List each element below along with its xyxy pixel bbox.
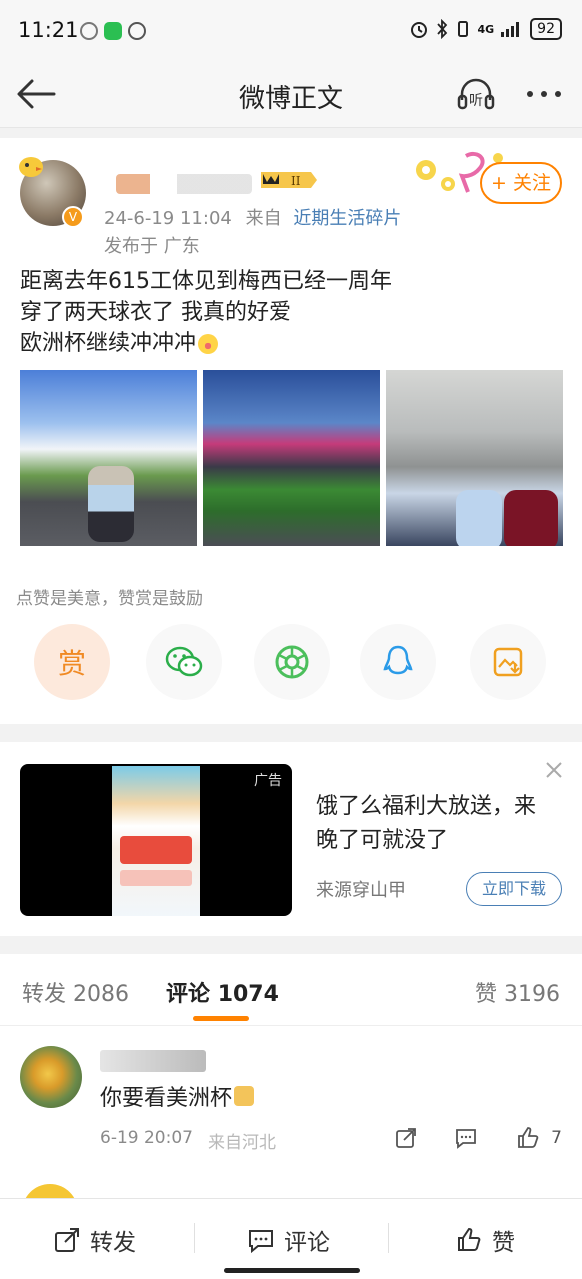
- rank-badge-icon[interactable]: II: [257, 168, 319, 192]
- ad-promo-strip: [120, 870, 192, 886]
- interaction-tabs: 转发 2086 评论 1074 赞 3196: [0, 954, 582, 1026]
- battery-indicator: 92: [530, 18, 562, 40]
- comment-icon: [249, 1230, 273, 1253]
- post-text-line-with-emoji: 欧洲杯继续冲冲冲: [20, 328, 392, 359]
- status-bar: 11:21 4G 92: [0, 0, 582, 62]
- divider: [194, 1223, 195, 1253]
- save-image-button[interactable]: [470, 624, 546, 700]
- post-card: V II + 关注 24-6-19 11:04 来自 近期生活碎片 发布于 广东…: [0, 138, 582, 724]
- signal-icon: [501, 22, 520, 37]
- commenter-avatar[interactable]: [20, 1046, 82, 1108]
- like-button[interactable]: 赞: [456, 1223, 515, 1257]
- vibrate-icon: [458, 21, 469, 37]
- post-text-line: 距离去年615工体见到梅西已经一周年: [20, 269, 392, 294]
- status-app-icons: [80, 22, 146, 40]
- post-photo-1[interactable]: [20, 370, 197, 546]
- tab-label: 评论: [166, 982, 211, 1007]
- post-text-line: 欧洲杯继续冲冲冲: [20, 331, 197, 356]
- photo-fan-jersey: [504, 490, 558, 546]
- post-location: 发布于 广东: [104, 236, 200, 257]
- ad-image[interactable]: 广告: [20, 764, 292, 916]
- ad-download-button[interactable]: 立即下载: [466, 872, 562, 906]
- bluetooth-icon: [437, 19, 448, 39]
- comment-location: 来自河北: [208, 1133, 276, 1153]
- status-time: 11:21: [18, 18, 79, 42]
- moments-aperture-icon: [275, 645, 309, 679]
- divider: [388, 1223, 389, 1253]
- notification-icon: [80, 22, 98, 40]
- ad-card[interactable]: 广告 饿了么福利大放送，来晚了可就没了 来源穿山甲 立即下载: [0, 742, 582, 936]
- like-label: 赞: [492, 1230, 515, 1256]
- tab-label: 转发: [22, 982, 67, 1007]
- qq-penguin-icon: [383, 645, 413, 675]
- tab-count: 3196: [504, 982, 560, 1007]
- rank-badge-text: II: [291, 174, 301, 188]
- photo-fan-jersey: [456, 490, 502, 546]
- share-moments-button[interactable]: [254, 624, 330, 700]
- top-navigation-bar: 微博正文 听: [0, 62, 582, 128]
- comment-like-count: 7: [551, 1128, 562, 1148]
- listen-label: 听: [469, 93, 483, 109]
- ad-source: 来源穿山甲: [316, 880, 406, 901]
- ad-title[interactable]: 饿了么福利大放送，来晚了可就没了: [316, 790, 546, 858]
- love-face-emoji-icon: [198, 333, 219, 354]
- post-photo-2[interactable]: [203, 370, 380, 546]
- reward-button[interactable]: 赏: [34, 624, 110, 700]
- avatar-pendant-icon: [19, 157, 43, 177]
- tab-likes[interactable]: 赞 3196: [475, 976, 560, 1008]
- post-source-link[interactable]: 近期生活碎片: [293, 208, 401, 229]
- like-thumb-icon: [458, 1227, 481, 1251]
- ad-promo-banner: [120, 836, 192, 864]
- active-tab-indicator: [193, 1016, 249, 1021]
- comment-button[interactable]: 评论: [248, 1223, 330, 1257]
- post-photo-3[interactable]: [386, 370, 563, 546]
- wechat-icon: [165, 646, 203, 677]
- comment-text-row[interactable]: 你要看美洲杯: [100, 1080, 255, 1112]
- follow-button[interactable]: + 关注: [480, 162, 562, 204]
- share-actions: 赏: [0, 624, 582, 704]
- tab-count: 1074: [217, 982, 279, 1007]
- bottom-action-bar: 转发 评论 赞: [0, 1198, 582, 1279]
- repost-label: 转发: [90, 1230, 136, 1256]
- commenter-name-redacted[interactable]: [100, 1050, 206, 1072]
- more-options-icon[interactable]: [522, 76, 566, 112]
- share-wechat-button[interactable]: [146, 624, 222, 700]
- alarm-icon: [411, 22, 428, 38]
- comment-list: 你要看美洲杯 6-19 20:07 来自河北 7: [0, 1026, 582, 1240]
- repost-button[interactable]: 转发: [54, 1223, 136, 1257]
- photo-person: [88, 466, 134, 542]
- speed-icon: [128, 22, 146, 40]
- post-text-line: 穿了两天球衣了 我真的好爱: [20, 300, 291, 325]
- ad-app-screenshot: [112, 766, 200, 916]
- wechat-notification-icon: [104, 22, 122, 40]
- author-name-redacted[interactable]: [116, 174, 252, 194]
- doge-emoji-icon: [234, 1086, 255, 1106]
- comment-time: 6-19 20:07: [100, 1128, 193, 1148]
- save-image-icon: [493, 647, 523, 677]
- comment-like-icon[interactable]: [516, 1126, 540, 1150]
- home-indicator[interactable]: [224, 1268, 360, 1273]
- tab-count: 2086: [73, 982, 130, 1007]
- repost-icon: [55, 1228, 79, 1252]
- status-right: 4G 92: [409, 18, 562, 40]
- comment-text: 你要看美洲杯: [100, 1086, 233, 1111]
- ad-tag: 广告: [254, 773, 282, 789]
- comment-share-icon[interactable]: [394, 1126, 418, 1150]
- comment-label: 评论: [284, 1230, 330, 1256]
- tab-label: 赞: [474, 982, 497, 1007]
- tab-reposts[interactable]: 转发 2086: [22, 976, 129, 1008]
- reward-label: 赏: [57, 647, 87, 680]
- post-body: 距离去年615工体见到梅西已经一周年 穿了两天球衣了 我真的好爱 欧洲杯继续冲冲…: [20, 266, 392, 359]
- close-icon[interactable]: [544, 760, 564, 780]
- listen-button[interactable]: 听: [456, 76, 496, 112]
- post-meta: 24-6-19 11:04 来自 近期生活碎片: [104, 204, 401, 230]
- comment-reply-icon[interactable]: [454, 1126, 478, 1150]
- network-type: 4G: [477, 22, 495, 36]
- post-from-label: 来自: [245, 208, 282, 229]
- post-timestamp: 24-6-19 11:04: [104, 208, 232, 229]
- reward-prompt: 点赞是美意，赞赏是鼓励: [16, 589, 203, 609]
- verified-badge: V: [62, 206, 84, 228]
- tab-comments[interactable]: 评论 1074: [166, 976, 279, 1008]
- share-qq-button[interactable]: [360, 624, 436, 700]
